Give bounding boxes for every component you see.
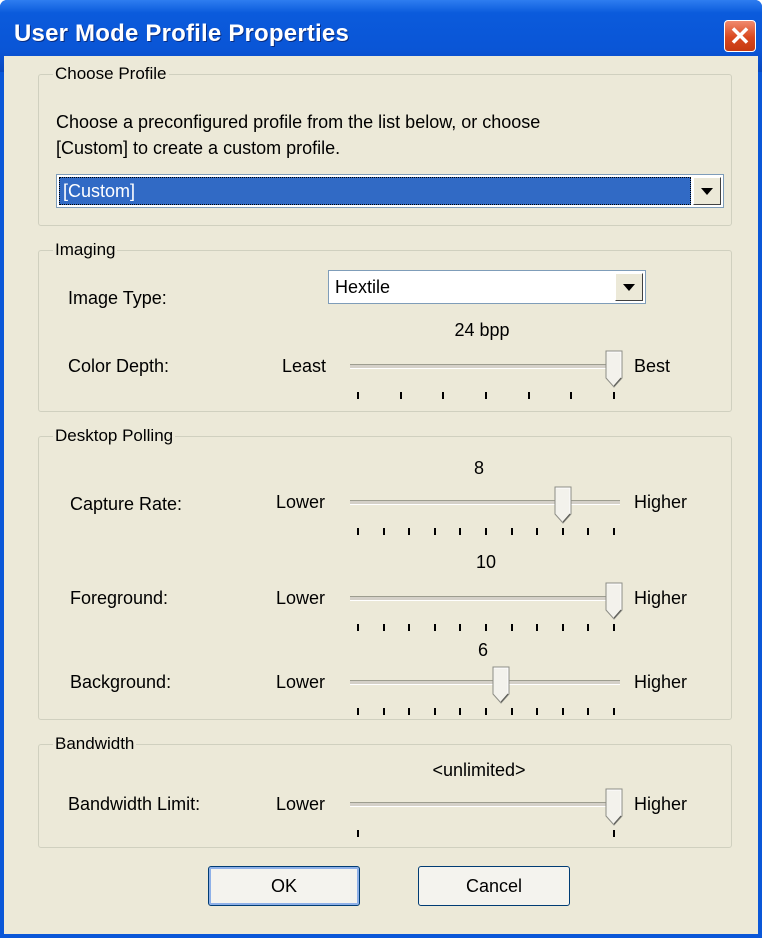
background-value: 6 xyxy=(477,640,488,660)
slider-tick xyxy=(459,528,462,535)
slider-tick xyxy=(536,624,539,631)
desktop-polling-legend: Desktop Polling xyxy=(55,426,174,445)
cancel-button[interactable]: Cancel xyxy=(418,866,570,906)
foreground-max-label: Higher xyxy=(634,588,688,608)
slider-tick xyxy=(442,392,445,399)
slider-tick xyxy=(613,624,615,631)
slider-tick xyxy=(382,528,385,535)
slider-tick xyxy=(382,708,385,715)
slider-tick xyxy=(357,528,359,535)
slider-tick xyxy=(570,392,573,399)
slider-tick xyxy=(485,528,487,535)
background-max-label: Higher xyxy=(634,672,688,692)
choose-profile-legend: Choose Profile xyxy=(55,64,167,83)
dialog-body: Choose Profile Choose a preconfigured pr… xyxy=(4,56,758,934)
profile-select-value: [Custom] xyxy=(59,177,691,205)
image-type-select-button[interactable] xyxy=(615,273,643,301)
slider-tick xyxy=(587,624,590,631)
slider-tick xyxy=(613,392,615,399)
slider-tick xyxy=(527,392,530,399)
slider-track[interactable] xyxy=(350,680,620,685)
slider-track[interactable] xyxy=(350,596,620,601)
slider-tick xyxy=(433,708,436,715)
slider-tick xyxy=(357,708,359,715)
bandwidth-min-label: Lower xyxy=(276,794,326,814)
slider-track[interactable] xyxy=(350,364,620,369)
foreground-label: Foreground: xyxy=(70,588,169,608)
slider-track[interactable] xyxy=(350,802,620,807)
slider-tick xyxy=(485,624,487,631)
background-label: Background: xyxy=(70,672,172,692)
slider-tick xyxy=(613,528,615,535)
background-slider[interactable] xyxy=(350,664,620,715)
image-type-label: Image Type: xyxy=(68,288,167,308)
slider-tick xyxy=(357,830,359,837)
profile-instruction-line2: [Custom] to create a custom profile. xyxy=(56,138,341,158)
slider-thumb[interactable] xyxy=(554,486,572,524)
capture-rate-max-label: Higher xyxy=(634,492,688,512)
bandwidth-max-label: Higher xyxy=(634,794,688,814)
slider-tick xyxy=(408,708,411,715)
bandwidth-limit-slider[interactable] xyxy=(350,786,623,837)
imaging-legend: Imaging xyxy=(55,240,116,259)
background-min-label: Lower xyxy=(276,672,326,692)
slider-tick xyxy=(587,708,590,715)
slider-tick xyxy=(587,528,590,535)
dialog-window: User Mode Profile Properties ✕ Choose Pr… xyxy=(0,0,762,938)
slider-thumb[interactable] xyxy=(605,582,623,620)
slider-tick xyxy=(536,528,539,535)
image-type-value: Hextile xyxy=(335,277,391,297)
slider-tick xyxy=(485,708,487,715)
slider-tick xyxy=(357,392,359,399)
close-icon: ✕ xyxy=(729,21,751,51)
ok-button[interactable]: OK xyxy=(208,866,360,906)
chevron-down-icon xyxy=(623,283,635,291)
foreground-slider[interactable] xyxy=(350,580,623,631)
color-depth-slider[interactable] xyxy=(350,348,623,399)
bandwidth-limit-value: <unlimited> xyxy=(432,760,526,780)
profile-select-button[interactable] xyxy=(693,177,721,205)
slider-tick xyxy=(382,624,385,631)
foreground-min-label: Lower xyxy=(276,588,326,608)
slider-tick xyxy=(613,830,615,837)
slider-tick xyxy=(433,528,436,535)
bandwidth-limit-label: Bandwidth Limit: xyxy=(68,794,201,814)
slider-tick xyxy=(459,624,462,631)
slider-track[interactable] xyxy=(350,500,620,505)
color-depth-label: Color Depth: xyxy=(68,356,170,376)
profile-instruction-line1: Choose a preconfigured profile from the … xyxy=(56,112,541,132)
slider-thumb[interactable] xyxy=(605,788,623,826)
capture-rate-min-label: Lower xyxy=(276,492,326,512)
capture-rate-label: Capture Rate: xyxy=(70,494,183,514)
foreground-value: 10 xyxy=(475,552,497,572)
close-button[interactable]: ✕ xyxy=(724,20,756,52)
slider-tick xyxy=(561,708,564,715)
bandwidth-legend: Bandwidth xyxy=(55,734,135,753)
slider-tick xyxy=(561,528,564,535)
color-depth-max-label: Best xyxy=(634,356,671,376)
slider-tick xyxy=(613,708,615,715)
window-title: User Mode Profile Properties xyxy=(14,20,350,47)
slider-thumb[interactable] xyxy=(605,350,623,388)
slider-tick xyxy=(510,708,513,715)
profile-select[interactable]: [Custom] xyxy=(56,174,724,208)
slider-tick xyxy=(561,624,564,631)
slider-tick xyxy=(510,528,513,535)
color-depth-value: 24 bpp xyxy=(454,320,510,340)
slider-tick xyxy=(510,624,513,631)
slider-thumb[interactable] xyxy=(492,666,510,704)
slider-tick xyxy=(408,624,411,631)
color-depth-min-label: Least xyxy=(282,356,327,376)
slider-tick xyxy=(485,392,487,399)
slider-tick xyxy=(433,624,436,631)
slider-tick xyxy=(357,624,359,631)
slider-tick xyxy=(408,528,411,535)
slider-tick xyxy=(459,708,462,715)
slider-tick xyxy=(399,392,402,399)
capture-rate-slider[interactable] xyxy=(350,484,620,535)
image-type-select[interactable]: Hextile xyxy=(328,270,646,304)
chevron-down-icon xyxy=(701,187,713,195)
capture-rate-value: 8 xyxy=(473,458,484,478)
slider-tick xyxy=(536,708,539,715)
